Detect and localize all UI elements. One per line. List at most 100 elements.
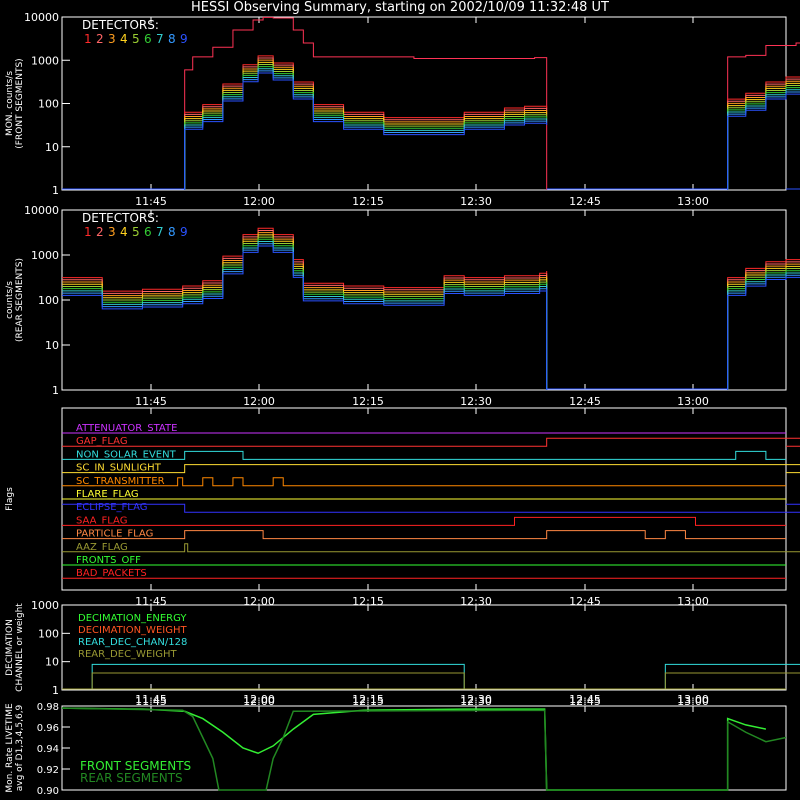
rear-series-all-b-det8 <box>727 274 800 390</box>
rear-series-all-b-det4 <box>727 265 800 390</box>
decimation-legend-item: DECIMATION_ENERGY <box>78 613 187 624</box>
rear-legend-item: 1 <box>84 225 92 239</box>
flag-line-eclipse-flag <box>62 503 800 513</box>
flag-line-saa-flag <box>62 516 786 526</box>
livetime-legend-item: REAR SEGMENTS <box>80 771 183 785</box>
front-ytick-label: 10000 <box>24 11 59 24</box>
decimation-rear-weight-0 <box>91 672 465 689</box>
decimation-ytick-label: 100 <box>38 627 59 640</box>
livetime-ylabel: Mon. Rate LIVETIME <box>5 703 15 793</box>
front-legend-item: 4 <box>120 32 128 46</box>
rear-ylabel: counts/s <box>5 281 15 319</box>
rear-legend-item: 7 <box>156 225 164 239</box>
livetime-xtick-label: 12:00 <box>243 693 275 706</box>
decimation-legend-item: REAR_DEC_WEIGHT <box>78 649 177 660</box>
flag-line-gap-flag <box>62 437 800 447</box>
front-legend-item: 5 <box>132 32 140 46</box>
front-legend-item: 2 <box>96 32 104 46</box>
livetime-xtick-label: 12:45 <box>569 693 601 706</box>
front-series-5b-det3 <box>727 80 800 190</box>
front-xtick-label: 11:45 <box>135 195 167 208</box>
front-legend-item: 8 <box>168 32 176 46</box>
rear-series-all-b-det2 <box>727 261 800 390</box>
rear-xtick-label: 11:45 <box>135 395 167 408</box>
rear-legend-item: 8 <box>168 225 176 239</box>
rear-series-all-b-det6 <box>727 270 800 390</box>
front-ytick-label: 10 <box>45 141 59 154</box>
flag-line-particle-flag <box>62 530 786 540</box>
decimation-ytick-label: 1 <box>52 684 59 697</box>
front-xtick-label: 13:00 <box>677 195 709 208</box>
front-series-1-det1 <box>184 16 548 190</box>
rear-series-all-b-det9 <box>727 276 800 390</box>
rear-ytick-label: 10000 <box>24 204 59 217</box>
flags-ylabel: Flags <box>5 487 15 511</box>
livetime-ytick-label: 0.90 <box>37 786 59 797</box>
observing-summary-chart: 1 10 100 1000 10000 11:45 12:00 12:15 12:30 12:45… <box>5 11 800 797</box>
livetime-ytick-label: 0.92 <box>37 765 59 776</box>
front-xtick-label: 12:30 <box>460 195 492 208</box>
front-series-5b-det7 <box>727 89 800 190</box>
front-xtick-label: 12:15 <box>352 195 384 208</box>
flag-line-sc-transmitter <box>62 477 786 487</box>
rear-xtick-label: 12:00 <box>243 395 275 408</box>
rear-legend-item: 3 <box>108 225 116 239</box>
front-legend-title: DETECTORS: <box>82 18 159 32</box>
front-ytick-label: 1000 <box>31 54 59 67</box>
decimation-ylabel: CHANNEL or weight <box>15 603 25 692</box>
flag-label-bad-packets: BAD_PACKETS <box>76 568 147 579</box>
rear-xtick-label: 12:15 <box>352 395 384 408</box>
rear-series-all-b-det5 <box>727 268 800 390</box>
rear-series-all-det5 <box>62 236 548 390</box>
decimation-rear-weight-1 <box>664 672 800 689</box>
rear-series-all-b-det7 <box>727 272 800 390</box>
front-series-5b-det2 <box>727 78 800 190</box>
rear-xtick-label: 12:30 <box>460 395 492 408</box>
rear-series-all-det3 <box>62 232 548 390</box>
livetime-ylabel: avg of D1,3,4,5,6,9 <box>15 704 25 791</box>
rear-series-all-det4 <box>62 234 548 390</box>
front-xtick-label: 12:45 <box>569 195 601 208</box>
front-legend-item: 6 <box>144 32 152 46</box>
front-legend-item: 9 <box>180 32 188 46</box>
rear-xtick-label: 12:45 <box>569 395 601 408</box>
rear-legend-title: DETECTORS: <box>82 211 159 225</box>
flag-label-saa-flag: SAA_FLAG <box>76 515 127 526</box>
decimation-legend-item: REAR_DEC_CHAN/128 <box>78 637 187 648</box>
front-series-5-det2 <box>184 57 548 190</box>
flag-label-attenuator-state: ATTENUATOR_STATE <box>76 423 177 434</box>
livetime-xtick-label: 12:30 <box>460 693 492 706</box>
rear-series-all-det8 <box>62 243 548 390</box>
rear-ytick-label: 1 <box>52 384 59 397</box>
decimation-ylabel: DECIMATION <box>5 619 15 676</box>
flag-label-sc-transmitter: SC_TRANSMITTER <box>76 476 165 487</box>
rear-series-all-det7 <box>62 241 548 390</box>
rear-series-all-b-det3 <box>727 263 800 390</box>
rear-legend-item: 2 <box>96 225 104 239</box>
rear-series-all-det6 <box>62 238 548 390</box>
rear-legend-item: 4 <box>120 225 128 239</box>
flag-label-gap-flag: GAP_FLAG <box>76 436 128 447</box>
rear-series-all-det9 <box>62 245 548 390</box>
front-legend-item: 1 <box>84 32 92 46</box>
front-legend-item: 3 <box>108 32 116 46</box>
front-series-5b-det8 <box>727 91 800 190</box>
livetime-xtick-label: 13:00 <box>677 693 709 706</box>
flag-label-aaz-flag: AAZ_FLAG <box>76 542 128 553</box>
rear-ytick-label: 1000 <box>31 249 59 262</box>
flag-label-sc-in-sunlight: SC_IN_SUNLIGHT <box>76 463 162 474</box>
flag-line-sc-in-sunlight <box>62 464 800 474</box>
front-series-5-det8 <box>184 70 548 190</box>
decimation-rear-chan-0 <box>91 663 465 689</box>
rear-ytick-label: 100 <box>38 294 59 307</box>
rear-ytick-label: 10 <box>45 339 59 352</box>
decimation-legend-item: DECIMATION_WEIGHT <box>78 625 187 636</box>
rear-legend-item: 5 <box>132 225 140 239</box>
front-ylabel: MON. counts/s <box>5 71 15 136</box>
front-series-5-det4 <box>184 61 548 190</box>
rear-series-all-det2 <box>62 229 548 390</box>
livetime-ytick-label: 0.96 <box>37 723 59 734</box>
livetime-xtick-label: 12:15 <box>352 693 384 706</box>
front-ylabel: (FRONT SEGMENTS) <box>15 58 25 148</box>
front-series-5-det6 <box>184 66 548 190</box>
